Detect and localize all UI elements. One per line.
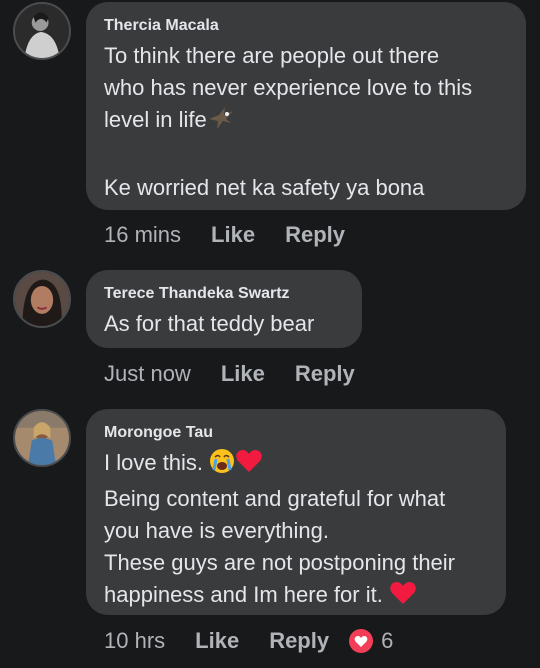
comment-text-line: Being content and grateful for what <box>104 486 446 511</box>
reply-button[interactable]: Reply <box>285 221 345 249</box>
comment-timestamp[interactable]: 16 mins <box>104 221 181 249</box>
comment-text-line: who has never experience love to this <box>104 75 473 100</box>
red-heart-icon <box>389 580 417 615</box>
avatar[interactable] <box>13 409 71 467</box>
comment-text-line: I love this. <box>104 450 204 475</box>
comment-timestamp[interactable]: Just now <box>104 360 191 388</box>
eagle-icon <box>207 105 235 140</box>
comment-bubble: Morongoe Tau I love this. Being content … <box>86 409 506 615</box>
comment-actions: 10 hrs Like Reply 6 <box>104 627 393 655</box>
comment-author[interactable]: Morongoe Tau <box>104 423 488 443</box>
comment-author[interactable]: Thercia Macala <box>104 16 508 36</box>
like-button[interactable]: Like <box>195 627 239 655</box>
comment-author[interactable]: Terece Thandeka Swartz <box>104 284 344 304</box>
reaction-count[interactable]: 6 <box>381 627 393 655</box>
comment-text-line: happiness and Im here for it. <box>104 582 383 607</box>
comment-timestamp[interactable]: 10 hrs <box>104 627 165 655</box>
comment-text-line: level in life <box>104 107 207 132</box>
comment-actions: Just now Like Reply <box>104 360 355 388</box>
heart-reaction-icon[interactable] <box>349 629 374 653</box>
like-button[interactable]: Like <box>221 360 265 388</box>
reply-button[interactable]: Reply <box>295 360 355 388</box>
comment-text-line: Ke worried net ka safety ya bona <box>104 175 425 200</box>
comment-actions: 16 mins Like Reply <box>104 221 345 249</box>
like-button[interactable]: Like <box>211 221 255 249</box>
comment-bubble: Terece Thandeka Swartz As for that teddy… <box>86 270 362 348</box>
avatar[interactable] <box>13 2 71 60</box>
comment-bubble: Thercia Macala To think there are people… <box>86 2 526 210</box>
reply-button[interactable]: Reply <box>269 627 329 655</box>
crying-face-icon <box>209 448 235 483</box>
comment-text-line: you have is everything. <box>104 518 330 543</box>
avatar[interactable] <box>13 270 71 328</box>
comment-text-line: These guys are not postponing their <box>104 550 456 575</box>
comment-text-line: As for that teddy bear <box>104 311 315 336</box>
comment-text-line: To think there are people out there <box>104 43 440 68</box>
red-heart-icon <box>235 448 263 483</box>
